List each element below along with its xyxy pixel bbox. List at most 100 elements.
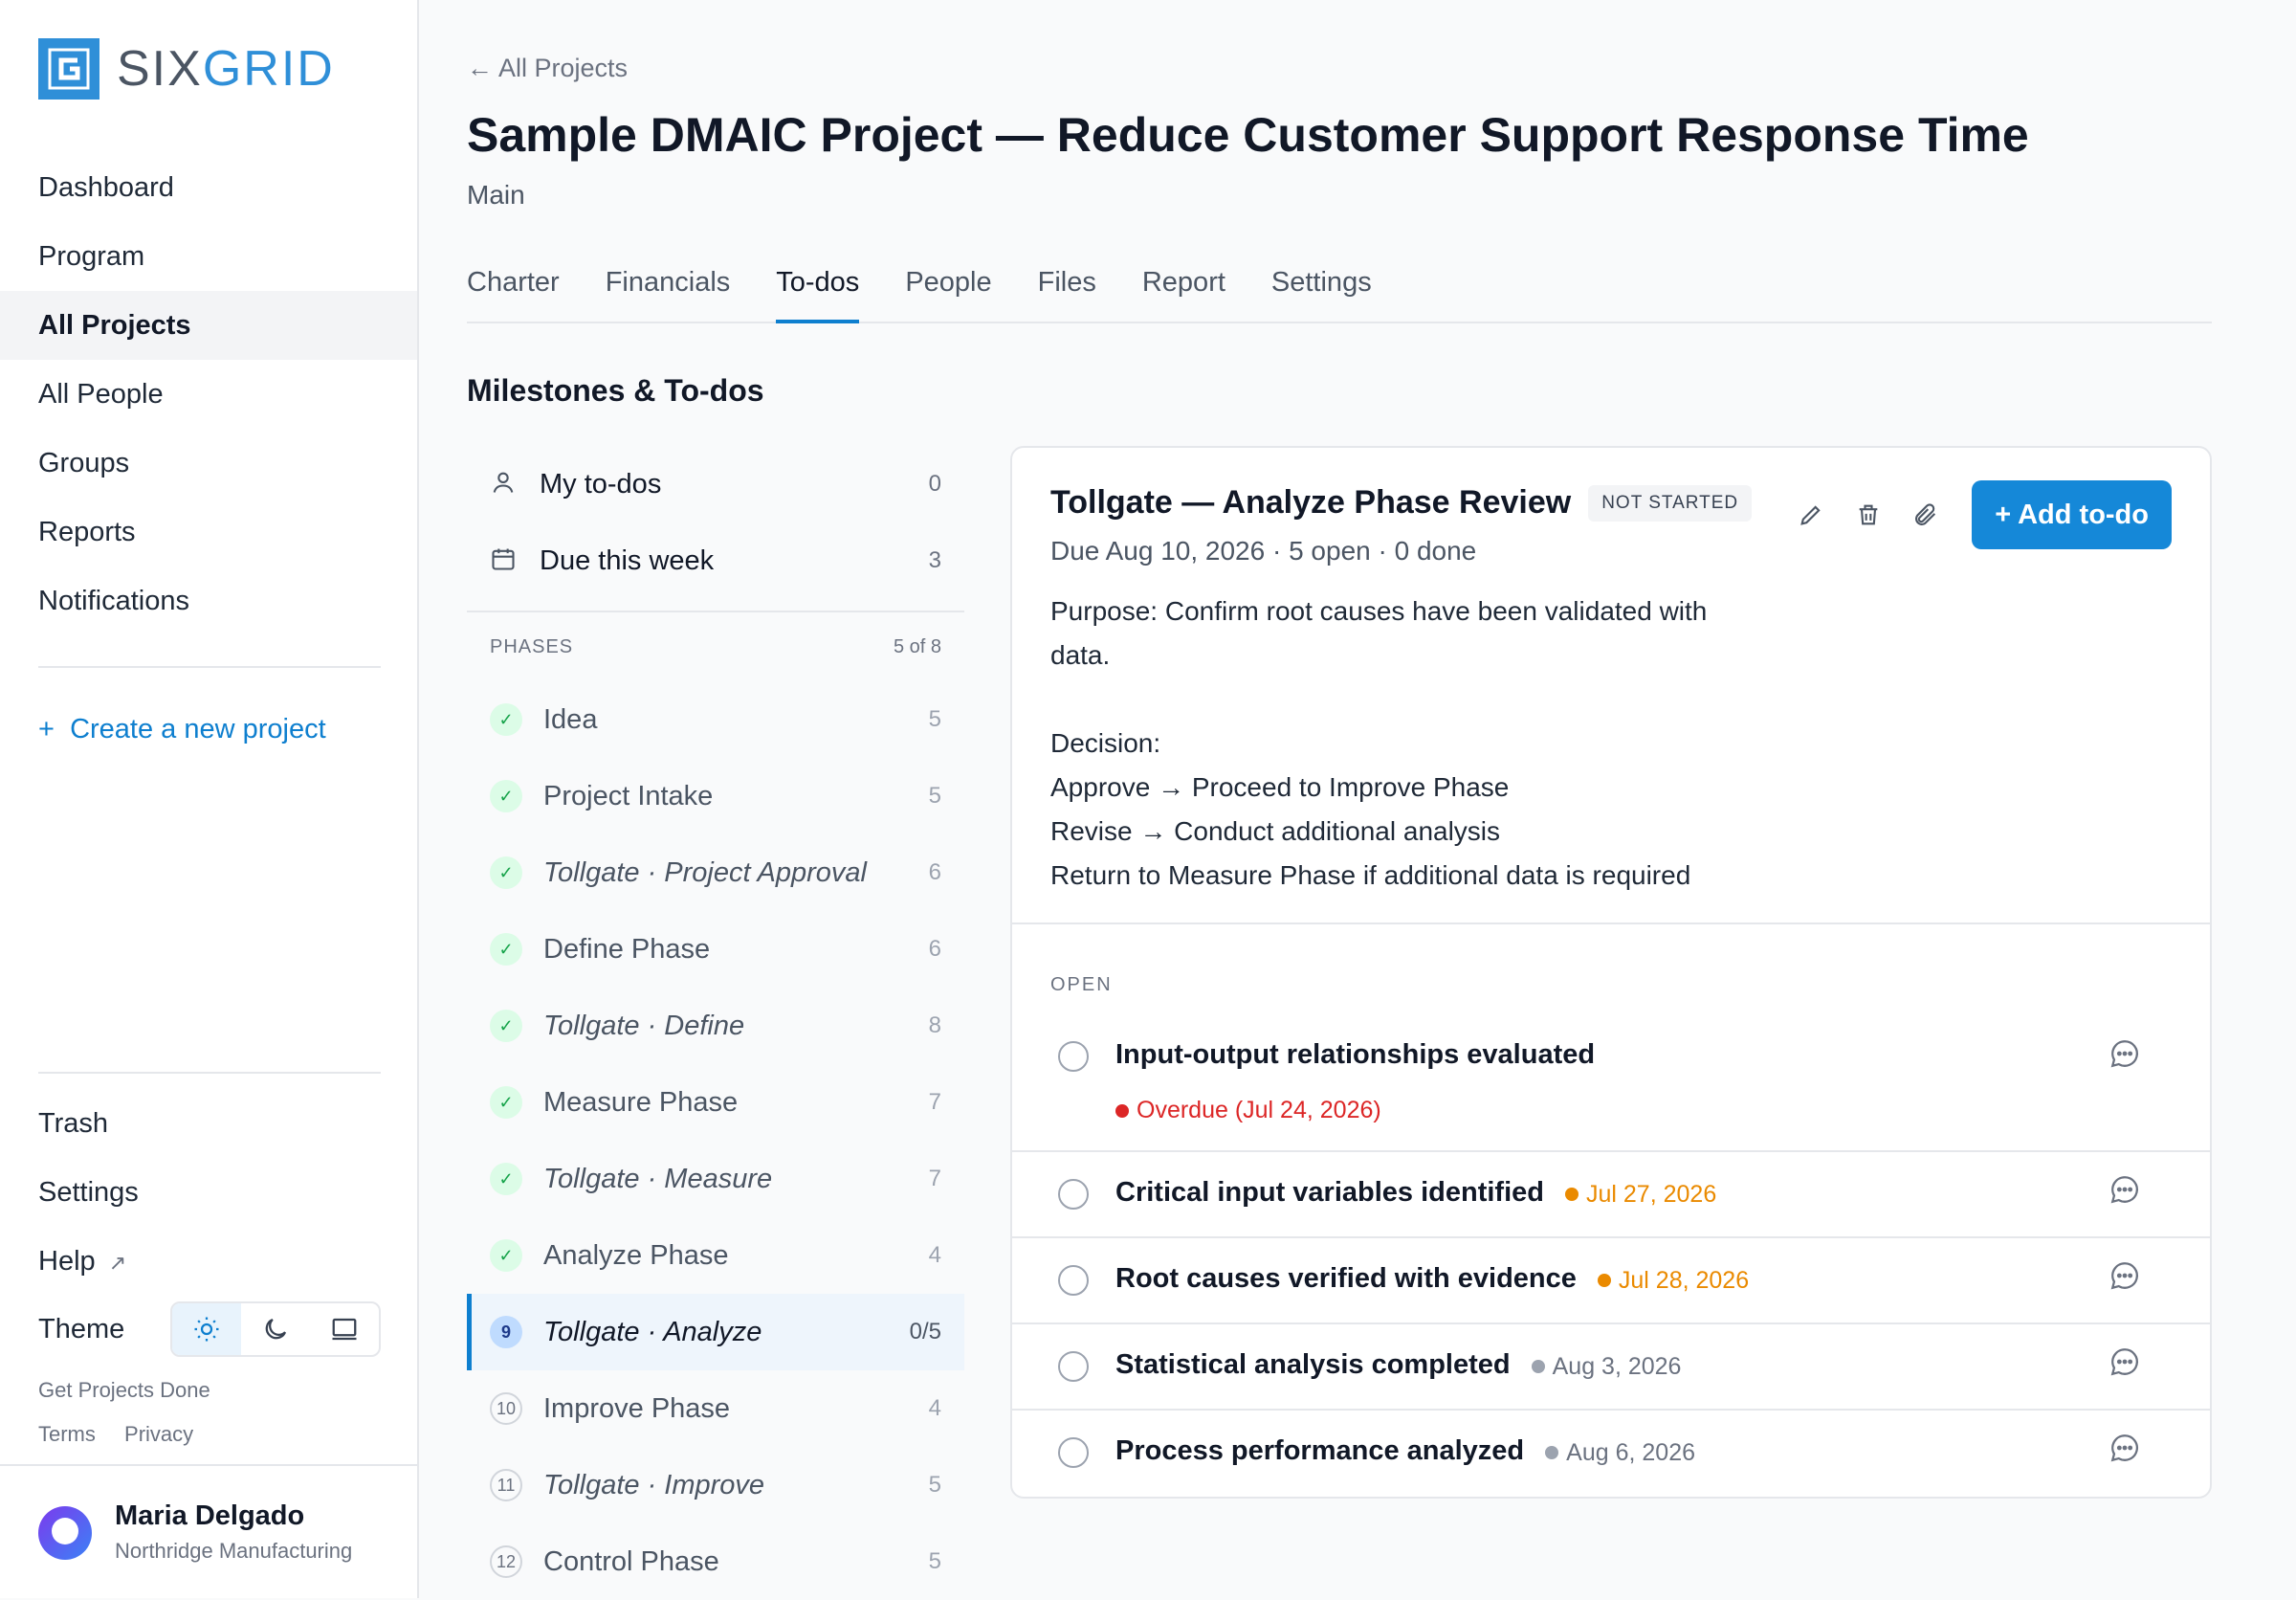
phase-number-badge: 11 (490, 1469, 522, 1501)
phases-label: PHASES (490, 635, 574, 657)
due-date: Jul 27, 2026 (1565, 1181, 1716, 1209)
phase-count: 4 (928, 1395, 941, 1421)
phase-item[interactable]: ✓ Measure Phase 7 (467, 1064, 964, 1141)
phase-number-badge: 10 (490, 1392, 522, 1425)
project-tabs: Charter Financials To-dos People Files R… (467, 258, 2212, 323)
tab-charter[interactable]: Charter (467, 258, 560, 323)
quick-filter-label: My to-dos (540, 468, 662, 500)
phase-label: Tollgate · Analyze (543, 1316, 762, 1347)
comment-icon[interactable] (2108, 1432, 2143, 1466)
check-icon: ✓ (490, 933, 522, 966)
phase-label: Tollgate · Improve (543, 1469, 765, 1500)
phase-item[interactable]: 12 Control Phase 5 (467, 1523, 964, 1600)
todo-checkbox[interactable] (1058, 1265, 1089, 1296)
phase-item[interactable]: ✓ Tollgate · Project Approval 6 (467, 834, 964, 911)
status-dot (1115, 1103, 1129, 1118)
sidebar-item-all-projects[interactable]: All Projects (0, 291, 417, 360)
privacy-link[interactable]: Privacy (124, 1422, 193, 1446)
tab-files[interactable]: Files (1038, 258, 1096, 323)
phase-item[interactable]: ✓ Idea 5 (467, 681, 964, 758)
todo-row[interactable]: Input-output relationships evaluated Over… (1012, 1012, 2210, 1152)
footer-links: Terms Privacy (38, 1422, 193, 1447)
phase-count: 5 (928, 1548, 941, 1574)
sidebar-item-program[interactable]: Program (0, 222, 417, 291)
help-label: Help (38, 1246, 96, 1277)
phase-list: ✓ Idea 5 ✓ Project Intake 5 ✓ Tollgate · Projec… (467, 681, 964, 1600)
todo-checkbox[interactable] (1058, 1179, 1089, 1210)
quick-filter-count: 3 (928, 547, 941, 573)
sidebar-item-trash[interactable]: Trash (0, 1089, 417, 1158)
terms-link[interactable]: Terms (38, 1422, 96, 1446)
phase-item[interactable]: ✓ Tollgate · Define 8 (467, 988, 964, 1064)
phase-item[interactable]: ✓ Define Phase 6 (467, 911, 964, 988)
back-link[interactable]: ← All Projects (467, 54, 628, 83)
check-icon: ✓ (490, 1010, 522, 1042)
logo[interactable]: SIXGRID (38, 38, 335, 100)
quick-filter-due-this-week[interactable]: Due this week 3 (467, 522, 964, 599)
tab-todos[interactable]: To-dos (776, 258, 860, 323)
comment-icon[interactable] (2108, 1173, 2143, 1208)
paperclip-icon[interactable] (1905, 494, 1947, 536)
quick-filter-label: Due this week (540, 544, 715, 576)
todo-checkbox[interactable] (1058, 1041, 1089, 1072)
todo-checkbox[interactable] (1058, 1351, 1089, 1382)
todo-title: Statistical analysis completed (1115, 1349, 1511, 1380)
quick-filter-my-todos[interactable]: My to-dos 0 (467, 446, 964, 522)
todo-title: Input-output relationships evaluated (1115, 1039, 1596, 1070)
pencil-icon[interactable] (1790, 494, 1832, 536)
todo-row[interactable]: Critical input variables identified Jul 2… (1012, 1152, 2210, 1238)
comment-icon[interactable] (2108, 1345, 2143, 1380)
phase-item[interactable]: 9 Tollgate · Analyze 0/5 (467, 1294, 964, 1370)
sidebar: SIXGRID Dashboard Program All Projects A… (0, 0, 419, 1598)
phase-label: Control Phase (543, 1545, 719, 1577)
external-link-icon: ↗ (108, 1251, 127, 1275)
sidebar-item-dashboard[interactable]: Dashboard (0, 153, 417, 222)
phase-count: 5 (928, 783, 941, 809)
phases-count: 5 of 8 (893, 635, 941, 657)
sun-icon[interactable] (172, 1303, 241, 1355)
tab-report[interactable]: Report (1142, 258, 1225, 323)
add-todo-button[interactable]: + Add to-do (1972, 480, 2172, 549)
monitor-icon[interactable] (310, 1303, 379, 1355)
tab-settings[interactable]: Settings (1271, 258, 1372, 323)
person-icon (490, 469, 520, 500)
tab-people[interactable]: People (905, 258, 991, 323)
create-project-link[interactable]: + Create a new project (38, 714, 326, 745)
sidebar-item-settings[interactable]: Settings (0, 1158, 417, 1227)
avatar (38, 1506, 92, 1560)
phase-item[interactable]: 11 Tollgate · Improve 5 (467, 1447, 964, 1523)
check-icon: ✓ (490, 703, 522, 736)
phase-label: Idea (543, 703, 598, 735)
calendar-icon (490, 545, 520, 577)
comment-icon[interactable] (2108, 1037, 2143, 1072)
open-todos-section: OPEN Input-output relationships evaluate… (1012, 922, 2210, 1468)
page-title: Sample DMAIC Project — Reduce Customer S… (467, 108, 2029, 162)
milestone-description: Purpose: Confirm root causes have been v… (1050, 596, 1708, 890)
due-date-label: Overdue (Jul 24, 2026) (1137, 1097, 1381, 1123)
todo-row[interactable]: Root causes verified with evidence Jul 28… (1012, 1238, 2210, 1324)
phase-item[interactable]: ✓ Project Intake 5 (467, 758, 964, 834)
milestone-title: Tollgate — Analyze Phase Review (1050, 484, 1572, 521)
tab-financials[interactable]: Financials (606, 258, 731, 323)
sidebar-item-groups[interactable]: Groups (0, 429, 417, 498)
phase-item[interactable]: ✓ Analyze Phase 4 (467, 1217, 964, 1294)
comment-icon[interactable] (2108, 1259, 2143, 1294)
phase-item[interactable]: 10 Improve Phase 4 (467, 1370, 964, 1447)
todo-checkbox[interactable] (1058, 1437, 1089, 1468)
user-profile[interactable]: Maria Delgado Northridge Manufacturing (0, 1464, 417, 1598)
sidebar-item-all-people[interactable]: All People (0, 360, 417, 429)
todo-row[interactable]: Process performance analyzed Aug 6, 2026 (1012, 1411, 2210, 1497)
moon-icon[interactable] (241, 1303, 310, 1355)
trash-icon[interactable] (1847, 494, 1889, 536)
phase-count: 6 (928, 936, 941, 962)
sidebar-item-help[interactable]: Help ↗ (0, 1227, 417, 1296)
todo-title-line: Process performance analyzed Aug 6, 2026 (1115, 1435, 1695, 1467)
back-link-label: All Projects (498, 54, 629, 82)
check-icon: ✓ (490, 856, 522, 889)
phase-item[interactable]: ✓ Tollgate · Measure 7 (467, 1141, 964, 1217)
milestone-list: My to-dos 0 Due this week 3 PHASES 5 of … (467, 446, 964, 1600)
sidebar-item-notifications[interactable]: Notifications (0, 567, 417, 635)
todo-row[interactable]: Statistical analysis completed Aug 3, 202… (1012, 1324, 2210, 1411)
phase-label: Analyze Phase (543, 1239, 729, 1271)
sidebar-item-reports[interactable]: Reports (0, 498, 417, 567)
